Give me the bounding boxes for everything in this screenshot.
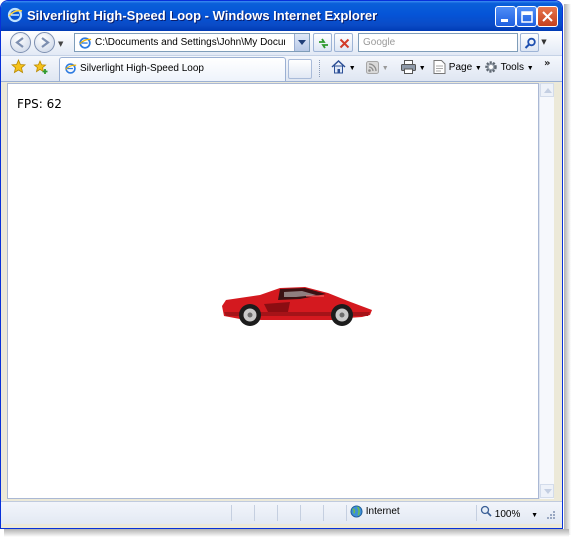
search-button[interactable] xyxy=(520,33,539,52)
print-button[interactable]: ▼ xyxy=(401,58,426,78)
status-divider xyxy=(323,505,324,521)
tools-menu-label: Tools xyxy=(500,62,524,73)
security-zone[interactable]: Internet xyxy=(350,505,400,518)
search-input[interactable]: Google xyxy=(363,37,395,48)
status-bar: Internet 100% ▼ xyxy=(1,501,562,524)
address-text: C:\Documents and Settings\John\My Docume… xyxy=(95,37,285,48)
red-sports-car-image xyxy=(222,287,372,326)
fps-counter: FPS: 62 xyxy=(17,97,62,111)
search-icon xyxy=(524,37,536,49)
status-divider xyxy=(254,505,255,521)
refresh-button[interactable] xyxy=(313,33,332,52)
close-icon xyxy=(542,11,553,22)
maximize-icon xyxy=(521,11,533,23)
home-icon xyxy=(331,60,346,74)
vertical-scrollbar[interactable] xyxy=(539,83,554,499)
new-tab-button[interactable] xyxy=(288,59,312,79)
recent-pages-dropdown-icon[interactable]: ▼ xyxy=(58,40,63,48)
zoom-control[interactable]: 100% ▼ xyxy=(480,505,538,520)
scroll-up-button[interactable] xyxy=(540,83,554,97)
scroll-down-button[interactable] xyxy=(540,484,554,498)
zoom-magnifier-icon xyxy=(480,505,492,517)
window-title: Silverlight High-Speed Loop - Windows In… xyxy=(27,8,378,23)
feeds-dropdown-icon[interactable]: ▼ xyxy=(382,65,389,72)
page-dropdown-icon: ▼ xyxy=(474,65,482,72)
home-button[interactable]: ▼ xyxy=(331,58,356,78)
tools-menu[interactable]: Tools ▼ xyxy=(484,58,534,78)
zoom-level: 100% xyxy=(494,509,521,520)
status-divider xyxy=(476,505,477,521)
browser-window: Silverlight High-Speed Loop - Windows In… xyxy=(0,0,563,529)
window-shadow-right xyxy=(564,4,571,535)
rss-feed-icon xyxy=(366,60,379,74)
scroll-up-arrow-icon xyxy=(544,88,552,93)
printer-icon xyxy=(401,60,416,75)
print-dropdown-icon[interactable]: ▼ xyxy=(419,65,426,72)
search-box[interactable]: Google xyxy=(358,33,518,52)
status-divider xyxy=(346,505,347,521)
title-bar[interactable]: Silverlight High-Speed Loop - Windows In… xyxy=(1,1,562,31)
page-menu[interactable]: Page ▼ xyxy=(433,58,482,78)
search-options-dropdown-icon[interactable]: ▼ xyxy=(539,33,549,52)
status-divider xyxy=(300,505,301,521)
feeds-button[interactable]: ▼ xyxy=(366,58,389,78)
navigation-bar: ▼ C:\Documents and Settings\John\My Docu… xyxy=(1,31,562,56)
minimize-button[interactable] xyxy=(495,6,516,27)
close-button[interactable] xyxy=(537,6,558,27)
forward-button[interactable] xyxy=(34,32,55,53)
stop-button[interactable] xyxy=(334,33,353,52)
refresh-icon xyxy=(319,38,328,49)
ie-page-icon xyxy=(65,63,77,74)
forward-arrow-icon xyxy=(41,37,50,48)
ie-page-icon xyxy=(79,37,92,49)
page-menu-label: Page xyxy=(448,62,473,73)
tools-dropdown-icon: ▼ xyxy=(526,65,534,72)
tab-bar: Silverlight High-Speed Loop ▼ ▼ ▼ Page ▼… xyxy=(1,56,562,82)
address-bar[interactable]: C:\Documents and Settings\John\My Docume… xyxy=(74,33,310,52)
status-divider xyxy=(231,505,232,521)
minimize-icon xyxy=(501,19,508,22)
tab-label: Silverlight High-Speed Loop xyxy=(80,63,204,74)
ie-logo-icon xyxy=(7,7,23,23)
favorites-star-icon[interactable] xyxy=(11,59,26,74)
back-button[interactable] xyxy=(10,32,31,53)
chevron-down-icon xyxy=(298,40,306,45)
toolbar-overflow-chevron-icon[interactable]: » xyxy=(544,58,550,69)
status-divider xyxy=(277,505,278,521)
zoom-dropdown-icon: ▼ xyxy=(531,512,539,519)
gear-icon xyxy=(485,61,497,74)
stop-icon xyxy=(339,38,350,49)
maximize-button[interactable] xyxy=(516,6,537,27)
toolbar-separator xyxy=(319,60,321,77)
back-arrow-icon xyxy=(15,37,24,48)
window-shadow-bottom xyxy=(4,529,569,537)
add-favorite-icon[interactable] xyxy=(33,59,49,75)
page-icon xyxy=(433,60,446,75)
home-dropdown-icon[interactable]: ▼ xyxy=(349,65,356,72)
tab-silverlight-high-speed-loop[interactable]: Silverlight High-Speed Loop xyxy=(59,57,286,81)
globe-icon xyxy=(350,505,363,518)
security-zone-label: Internet xyxy=(365,506,400,518)
resize-grip-icon[interactable] xyxy=(546,510,556,520)
address-dropdown-button[interactable] xyxy=(294,34,309,51)
scroll-down-arrow-icon xyxy=(544,489,552,494)
